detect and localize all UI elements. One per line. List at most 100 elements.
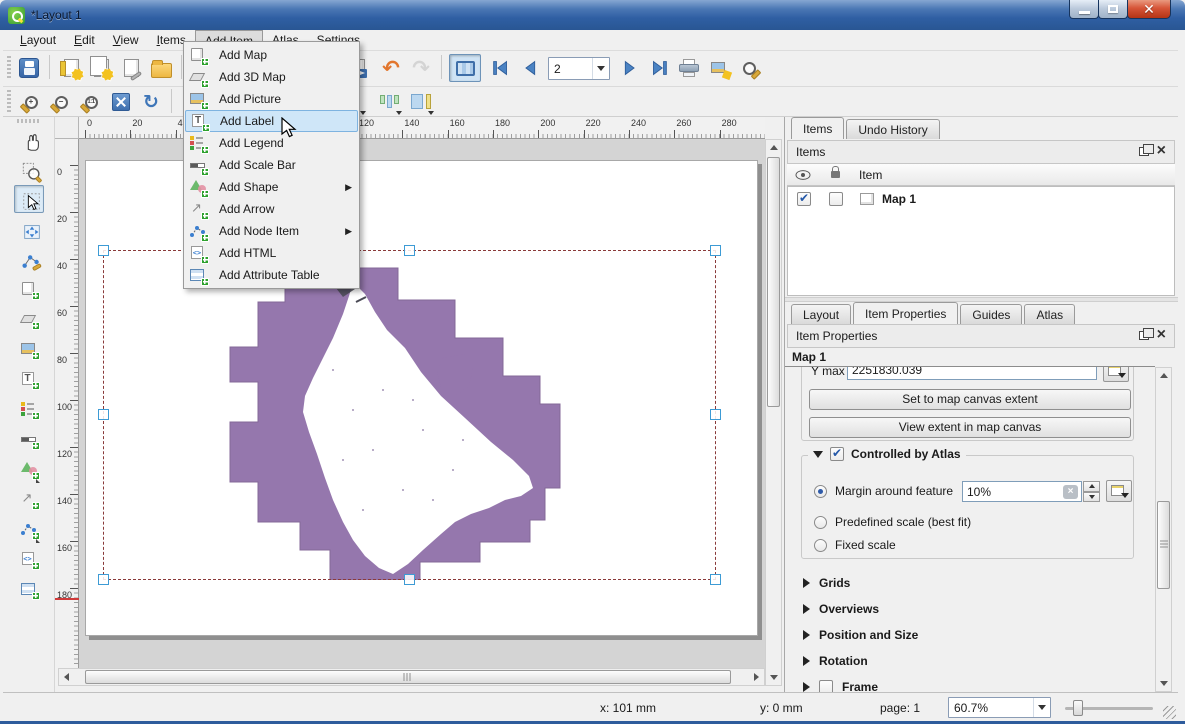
zoom-in-button[interactable]: + (17, 88, 45, 116)
view-extent-in-map-canvas-button[interactable]: View extent in map canvas (809, 417, 1131, 438)
section-frame[interactable]: Frame (787, 675, 1155, 692)
scroll-up-button[interactable] (766, 140, 781, 155)
margin-data-defined-button[interactable] (1106, 480, 1132, 502)
zoom-actual-button[interactable]: 1:1 (77, 88, 105, 116)
minimize-button[interactable] (1069, 0, 1099, 19)
section-rotation[interactable]: Rotation (787, 649, 1155, 673)
move-item-content-tool-button[interactable] (14, 215, 44, 243)
add-legend-tool-button[interactable] (14, 395, 44, 423)
maximize-button[interactable] (1098, 0, 1128, 19)
resize-handle-sw[interactable] (98, 574, 109, 585)
layout-manager-button[interactable] (117, 54, 145, 82)
add-html-tool-button[interactable]: <> (14, 545, 44, 573)
spin-down-icon[interactable] (1083, 492, 1100, 503)
canvas-horizontal-scrollbar[interactable] (58, 668, 765, 686)
menu-item-add-picture[interactable]: Add Picture (185, 88, 358, 110)
chevron-down-icon[interactable] (1033, 698, 1050, 717)
last-feature-button[interactable] (645, 54, 673, 82)
zoom-full-button[interactable] (107, 88, 135, 116)
float-panel-icon[interactable] (1139, 331, 1149, 340)
visibility-checkbox[interactable] (797, 192, 811, 206)
ymax-field[interactable]: 2251830.039 (847, 367, 1097, 380)
menu-item-add-node-item[interactable]: Add Node Item▶ (185, 220, 358, 242)
menu-item-add-map[interactable]: Add Map (185, 44, 358, 66)
resize-handle-e[interactable] (710, 409, 721, 420)
clear-field-icon[interactable]: × (1063, 485, 1078, 499)
margin-option-row[interactable]: Margin around feature (814, 484, 953, 498)
controlled-by-atlas-checkbox[interactable] (830, 447, 844, 461)
menu-item-add-legend[interactable]: Add Legend (185, 132, 358, 154)
map-item[interactable] (103, 250, 716, 580)
close-button[interactable]: ✕ (1127, 0, 1171, 19)
predefined-scale-row[interactable]: Predefined scale (best fit) (814, 515, 971, 529)
tab-guides[interactable]: Guides (960, 304, 1022, 324)
fixed-scale-row[interactable]: Fixed scale (814, 538, 896, 552)
pan-tool-button[interactable] (14, 125, 44, 153)
tab-layout[interactable]: Layout (791, 304, 851, 324)
save-project-button[interactable] (15, 54, 43, 82)
set-to-map-canvas-extent-button[interactable]: Set to map canvas extent (809, 389, 1131, 410)
add-map-tool-button[interactable] (14, 275, 44, 303)
properties-scrollbar[interactable] (1155, 367, 1172, 692)
collapse-arrow-icon[interactable] (813, 451, 823, 458)
section-overviews[interactable]: Overviews (787, 597, 1155, 621)
window-resize-grip[interactable] (1163, 706, 1176, 719)
zoom-slider-handle[interactable] (1073, 700, 1083, 716)
scroll-down-button[interactable] (766, 670, 781, 685)
scroll-right-button[interactable] (749, 669, 764, 685)
item-row-map1[interactable]: Map 1 (788, 187, 1174, 209)
scroll-down-button[interactable] (1156, 676, 1171, 691)
preview-atlas-toggle[interactable] (449, 54, 481, 82)
resize-handle-n[interactable] (404, 245, 415, 256)
atlas-settings-button[interactable] (735, 54, 763, 82)
chevron-down-icon[interactable] (592, 58, 609, 79)
margin-radio[interactable] (814, 485, 827, 498)
vertical-scroll-thumb[interactable] (767, 157, 780, 407)
undo-button[interactable]: ↶ (377, 54, 405, 82)
horizontal-scroll-thumb[interactable] (85, 670, 731, 684)
refresh-view-button[interactable]: ↻ (137, 88, 165, 116)
add-from-template-button[interactable] (147, 54, 175, 82)
predefined-scale-radio[interactable] (814, 516, 827, 529)
menubar-item-layout[interactable]: Layout (11, 30, 65, 50)
redo-button[interactable]: ↷ (407, 54, 435, 82)
export-atlas-button[interactable] (705, 54, 733, 82)
align-items-button[interactable] (375, 88, 403, 116)
add-attribute-table-tool-button[interactable] (14, 575, 44, 603)
resize-handle-nw[interactable] (98, 245, 109, 256)
zoom-out-button[interactable]: − (47, 88, 75, 116)
add-picture-tool-button[interactable] (14, 335, 44, 363)
add-arrow-tool-button[interactable]: ↗ (14, 485, 44, 513)
margin-spinner[interactable] (1083, 481, 1100, 502)
duplicate-layout-button[interactable] (87, 54, 115, 82)
frame-checkbox[interactable] (819, 680, 833, 692)
atlas-feature-combobox[interactable]: 2 (548, 57, 610, 80)
close-panel-icon[interactable]: × (1157, 145, 1166, 157)
zoom-tool-button[interactable] (14, 155, 44, 183)
scroll-left-button[interactable] (59, 669, 74, 685)
add-scale-bar-tool-button[interactable] (14, 425, 44, 453)
zoom-level-combobox[interactable]: 60.7% (948, 697, 1051, 718)
distribute-items-button[interactable] (407, 88, 435, 116)
menu-item-add-3d-map[interactable]: Add 3D Map (185, 66, 358, 88)
select-move-item-tool-button[interactable] (14, 185, 44, 213)
spin-up-icon[interactable] (1083, 481, 1100, 492)
tab-atlas[interactable]: Atlas (1024, 304, 1075, 324)
menu-item-add-attribute-table[interactable]: Add Attribute Table (185, 264, 358, 286)
resize-handle-w[interactable] (98, 409, 109, 420)
tab-items[interactable]: Items (791, 117, 844, 139)
atlas-group-title-row[interactable]: Controlled by Atlas (808, 447, 966, 461)
resize-handle-se[interactable] (710, 574, 721, 585)
print-atlas-button[interactable] (675, 54, 703, 82)
resize-handle-s[interactable] (404, 574, 415, 585)
add-label-tool-button[interactable]: T (14, 365, 44, 393)
new-layout-button[interactable] (57, 54, 85, 82)
menu-item-add-html[interactable]: <>Add HTML (185, 242, 358, 264)
zoom-slider[interactable] (1065, 707, 1153, 710)
section-position-and-size[interactable]: Position and Size (787, 623, 1155, 647)
previous-feature-button[interactable] (517, 54, 545, 82)
float-panel-icon[interactable] (1139, 147, 1149, 156)
margin-value-field[interactable]: 10% × (962, 481, 1082, 502)
resize-handle-ne[interactable] (710, 245, 721, 256)
section-grids[interactable]: Grids (787, 571, 1155, 595)
